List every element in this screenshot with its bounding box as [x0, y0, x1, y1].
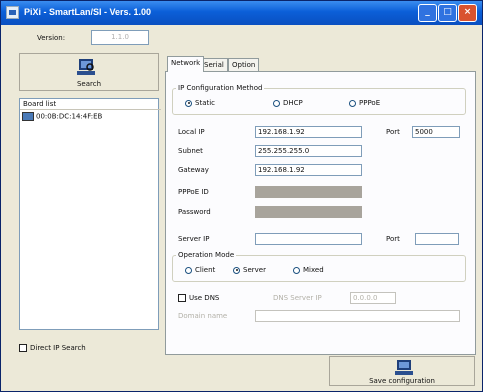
use-dns-checkbox-box[interactable]	[178, 294, 186, 302]
tab-network-label: Network	[171, 59, 201, 67]
window-title: PiXi - SmartLan/SI - Vers. 1.00	[24, 7, 152, 17]
radio-dhcp[interactable]: DHCP	[273, 99, 303, 107]
password-label: Password	[178, 208, 211, 216]
radio-dhcp-button[interactable]	[273, 99, 280, 107]
device-icon	[22, 112, 34, 121]
gateway-label: Gateway	[178, 166, 209, 174]
server-ip-label: Server IP	[178, 235, 210, 243]
radio-pppoe[interactable]: PPPoE	[349, 99, 380, 107]
device-mac: 00:0B:DC:14:4F:EB	[36, 112, 103, 121]
dns-server-ip-input[interactable]: 0.0.0.0	[350, 292, 396, 304]
version-field: 1.1.0	[91, 30, 149, 45]
domain-name-label: Domain name	[178, 312, 228, 320]
search-icon	[77, 59, 95, 75]
save-button-label: Save configuration	[369, 377, 435, 385]
tab-option-label: Option	[232, 61, 256, 69]
server-port-label: Port	[386, 235, 400, 243]
subnet-input[interactable]: 255.255.255.0	[255, 145, 362, 157]
search-button-label: Search	[76, 80, 102, 88]
password-input[interactable]	[255, 206, 362, 218]
dns-server-ip-label: DNS Server IP	[273, 294, 322, 302]
operation-mode-group: Operation Mode Client Server Mixed	[172, 251, 466, 282]
app-icon	[6, 6, 19, 19]
save-icon	[395, 360, 413, 375]
radio-server-label: Server	[243, 266, 266, 274]
radio-mixed-label: Mixed	[303, 266, 324, 274]
use-dns-label: Use DNS	[189, 294, 220, 302]
minimize-button[interactable]: _	[418, 4, 437, 22]
radio-server[interactable]: Server	[233, 266, 266, 274]
ip-config-title: IP Configuration Method	[176, 84, 265, 92]
local-ip-input[interactable]: 192.168.1.92	[255, 126, 362, 138]
device-list[interactable]: Board list 00:0B:DC:14:4F:EB	[19, 98, 161, 330]
radio-static-button[interactable]	[185, 99, 192, 107]
use-dns-checkbox[interactable]: Use DNS	[178, 294, 219, 302]
checkbox-box[interactable]	[19, 344, 27, 352]
radio-client-button[interactable]	[185, 266, 192, 274]
close-button[interactable]: ×	[458, 4, 477, 22]
radio-pppoe-label: PPPoE	[359, 99, 381, 107]
ip-config-group: IP Configuration Method Static DHCP PPPo…	[172, 84, 466, 115]
local-ip-label: Local IP	[178, 128, 205, 136]
pppoe-id-input[interactable]	[255, 186, 362, 198]
radio-mixed-button[interactable]	[293, 266, 300, 274]
network-tab-panel: IP Configuration Method Static DHCP PPPo…	[165, 71, 476, 355]
device-list-header: Board list	[20, 99, 161, 110]
tab-network[interactable]: Network	[167, 56, 205, 72]
port-input[interactable]: 5000	[412, 126, 460, 138]
tab-option[interactable]: Option	[228, 58, 260, 71]
radio-mixed[interactable]: Mixed	[293, 266, 324, 274]
radio-pppoe-button[interactable]	[349, 99, 356, 107]
radio-static[interactable]: Static	[185, 99, 215, 107]
gateway-input[interactable]: 192.168.1.92	[255, 164, 362, 176]
domain-name-input[interactable]	[255, 310, 460, 322]
tab-serial-label: Serial	[204, 61, 224, 69]
radio-client-label: Client	[195, 266, 216, 274]
server-ip-input[interactable]	[255, 233, 362, 245]
search-button[interactable]: Search	[19, 53, 159, 91]
direct-ip-search-label: Direct IP Search	[30, 344, 86, 352]
operation-mode-title: Operation Mode	[176, 251, 237, 259]
server-port-input[interactable]	[415, 233, 459, 245]
direct-ip-search-checkbox[interactable]: Direct IP Search	[19, 344, 86, 352]
app-window: PiXi - SmartLan/SI - Vers. 1.00 _ □ × Ve…	[0, 0, 483, 392]
radio-dhcp-label: DHCP	[283, 99, 303, 107]
title-bar[interactable]: PiXi - SmartLan/SI - Vers. 1.00 _ □ ×	[1, 1, 482, 25]
maximize-button[interactable]: □	[438, 4, 457, 22]
radio-static-label: Static	[195, 99, 216, 107]
port-label: Port	[386, 128, 400, 136]
radio-server-button[interactable]	[233, 266, 240, 274]
subnet-label: Subnet	[178, 147, 203, 155]
list-item[interactable]: 00:0B:DC:14:4F:EB	[22, 112, 102, 121]
save-configuration-button[interactable]: Save configuration	[329, 356, 475, 386]
version-label: Version:	[37, 34, 66, 42]
pppoe-id-label: PPPoE ID	[178, 188, 209, 196]
radio-client[interactable]: Client	[185, 266, 215, 274]
